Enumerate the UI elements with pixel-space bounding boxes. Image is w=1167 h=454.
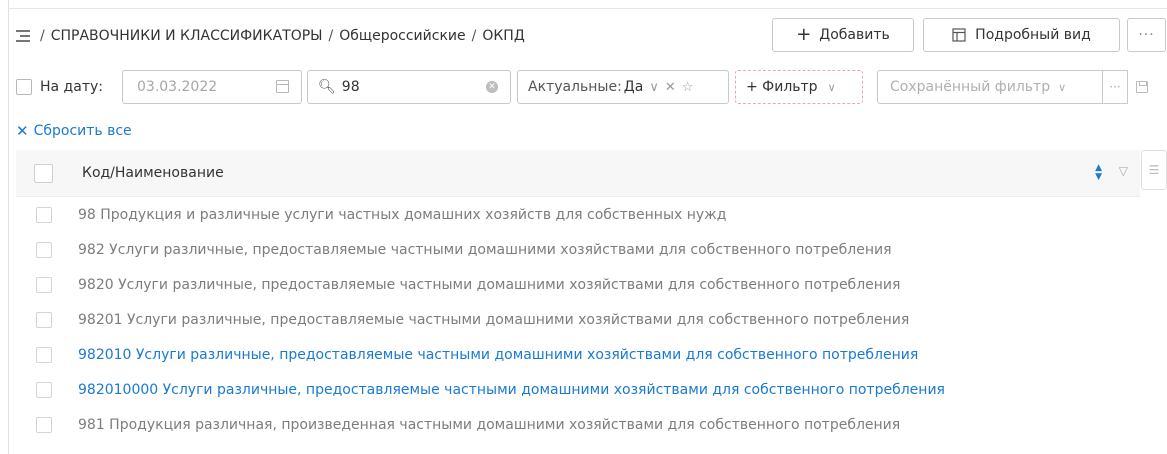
search-icon: 🔍︎	[318, 79, 336, 95]
calendar-icon[interactable]	[276, 80, 289, 93]
saved-filter-placeholder: Сохранённый фильтр	[890, 79, 1051, 95]
more-actions-button[interactable]: ···	[1127, 18, 1166, 52]
row-checkbox[interactable]	[36, 242, 52, 258]
actual-filter-value: Да	[623, 79, 644, 95]
breadcrumb-item-directories[interactable]: СПРАВОЧНИКИ И КЛАССИФИКАТОРЫ	[51, 28, 323, 44]
date-checkbox[interactable]	[16, 79, 32, 95]
saved-filter-select[interactable]: Сохранённый фильтр ∨	[877, 70, 1103, 104]
add-filter-label: + Фильтр	[746, 79, 818, 95]
add-button[interactable]: + Добавить	[772, 18, 914, 52]
column-header-code-name[interactable]: Код/Наименование	[82, 150, 224, 196]
close-icon: ✕	[16, 122, 29, 140]
select-all-checkbox[interactable]	[34, 164, 53, 183]
row-checkbox[interactable]	[36, 312, 52, 328]
breadcrumb: / СПРАВОЧНИКИ И КЛАССИФИКАТОРЫ / Общерос…	[16, 18, 525, 54]
breadcrumb-item-okpd: ОКПД	[482, 28, 525, 44]
save-filter-button[interactable]	[1128, 70, 1156, 104]
more-icon: ···	[1109, 80, 1121, 94]
reset-all-label: Сбросить все	[33, 123, 132, 139]
row-checkbox[interactable]	[36, 417, 52, 433]
row-checkbox[interactable]	[36, 277, 52, 293]
pin-icon[interactable]: ☆	[682, 80, 694, 95]
table-row[interactable]: 98 Продукция и различные услуги частных …	[16, 197, 1140, 232]
table-row[interactable]: 982010 Услуги различные, предоставляемые…	[16, 337, 1140, 372]
search-input[interactable]: 🔍︎ 98 ✕	[307, 70, 511, 104]
row-text[interactable]: 9820 Услуги различные, предоставляемые ч…	[78, 267, 900, 302]
actual-filter-chip[interactable]: Актуальные: Да ∨ ✕ ☆	[517, 70, 729, 104]
detail-view-button-label: Подробный вид	[975, 27, 1091, 43]
table-body: 98 Продукция и различные услуги частных …	[16, 197, 1140, 442]
row-text[interactable]: 98201 Услуги различные, предоставляемые …	[78, 302, 909, 337]
breadcrumb-separator: /	[328, 28, 334, 44]
row-checkbox[interactable]	[36, 207, 52, 223]
remove-filter-icon[interactable]: ✕	[665, 80, 676, 95]
date-value: 03.03.2022	[137, 79, 218, 95]
page-header: / СПРАВОЧНИКИ И КЛАССИФИКАТОРЫ / Общерос…	[16, 18, 1166, 54]
clear-search-icon[interactable]: ✕	[486, 81, 498, 93]
top-divider	[8, 8, 1167, 9]
row-text[interactable]: 982 Услуги различные, предоставляемые ча…	[78, 232, 892, 267]
more-icon: ···	[1138, 27, 1155, 43]
filter-bar: На дату: 03.03.2022 🔍︎ 98 ✕ Актуальные: …	[16, 70, 1166, 104]
detail-view-button[interactable]: Подробный вид	[923, 18, 1120, 52]
actual-filter-label: Актуальные:	[528, 79, 622, 95]
column-settings-button[interactable]: ☰	[1141, 150, 1167, 190]
breadcrumb-separator: /	[471, 28, 477, 44]
row-checkbox[interactable]	[36, 347, 52, 363]
save-icon	[1136, 81, 1148, 93]
table-header: Код/Наименование ▲ ▼ ▽	[16, 150, 1140, 196]
list-icon: ☰	[1148, 163, 1160, 177]
add-button-label: Добавить	[819, 27, 890, 43]
row-link[interactable]: 982010 Услуги различные, предоставляемые…	[78, 337, 918, 372]
collapse-menu-icon[interactable]	[16, 30, 30, 42]
plus-icon: +	[796, 24, 812, 45]
saved-filter-more-button[interactable]: ···	[1102, 70, 1128, 104]
table-row[interactable]: 981 Продукция различная, произведенная ч…	[16, 407, 1140, 442]
add-filter-button[interactable]: + Фильтр ∨	[735, 70, 863, 104]
chevron-down-icon: ∨	[827, 80, 836, 94]
breadcrumb-separator: /	[40, 28, 45, 44]
chevron-down-icon[interactable]: ∨	[649, 80, 659, 95]
table-row[interactable]: 982010000 Услуги различные, предоставляе…	[16, 372, 1140, 407]
chevron-down-icon: ∨	[1058, 80, 1067, 94]
table-row[interactable]: 98201 Услуги различные, предоставляемые …	[16, 302, 1140, 337]
reset-all-link[interactable]: ✕ Сбросить все	[16, 121, 132, 141]
sort-icon[interactable]: ▲ ▼	[1095, 164, 1102, 182]
row-link[interactable]: 982010000 Услуги различные, предоставляе…	[78, 372, 945, 407]
left-divider	[8, 0, 9, 454]
detail-view-icon	[952, 28, 966, 42]
date-label: На дату:	[40, 79, 103, 95]
row-text[interactable]: 981 Продукция различная, произведенная ч…	[78, 407, 900, 442]
column-filter-icon[interactable]: ▽	[1119, 164, 1128, 178]
table-row[interactable]: 9820 Услуги различные, предоставляемые ч…	[16, 267, 1140, 302]
row-text[interactable]: 98 Продукция и различные услуги частных …	[78, 197, 726, 232]
search-value: 98	[341, 79, 360, 95]
row-checkbox[interactable]	[36, 382, 52, 398]
breadcrumb-item-all-russian[interactable]: Общероссийские	[339, 28, 465, 44]
date-field[interactable]: 03.03.2022	[122, 70, 302, 104]
table-row[interactable]: 982 Услуги различные, предоставляемые ча…	[16, 232, 1140, 267]
